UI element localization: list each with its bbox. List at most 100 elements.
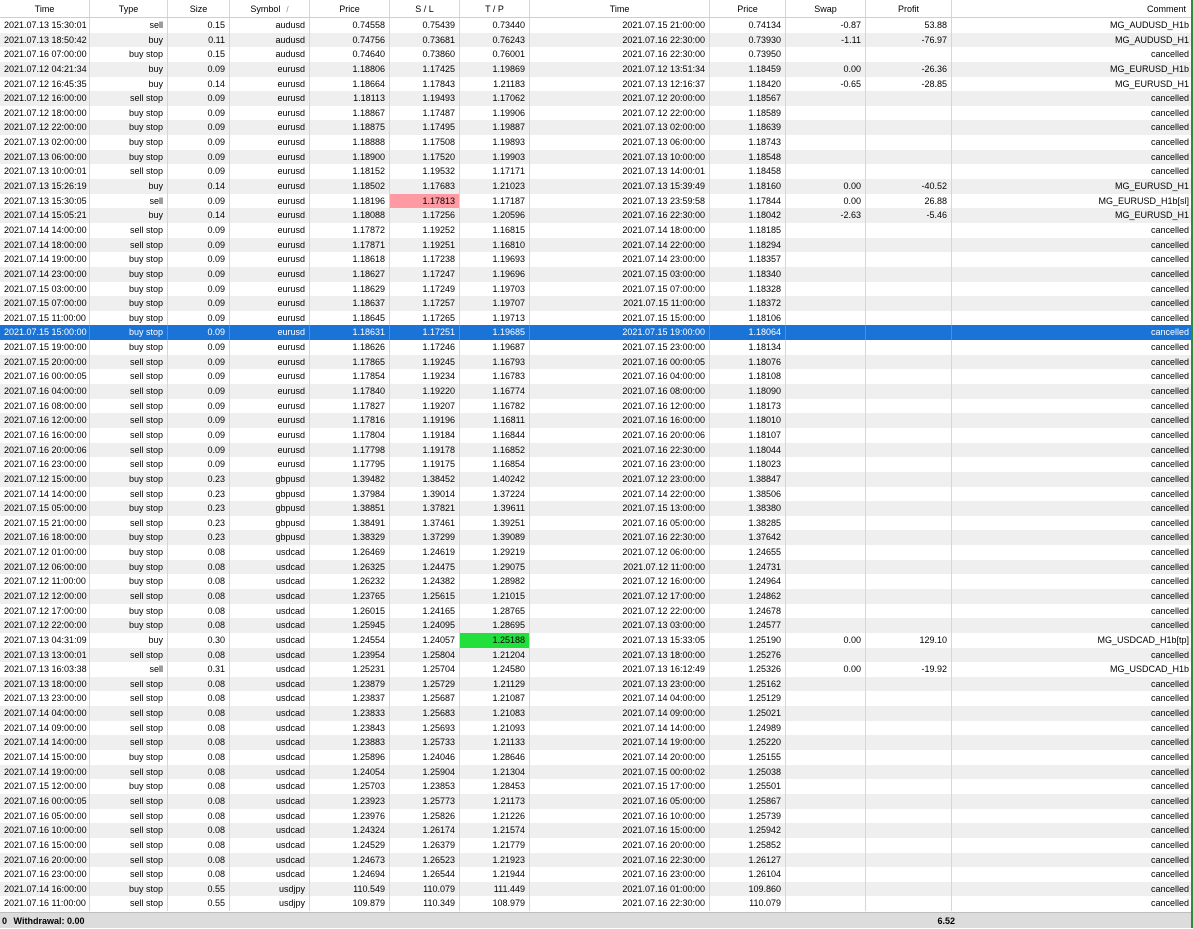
table-row[interactable]: 2021.07.16 23:00:00 sell stop 0.08 usdcad 1.… — [0, 867, 1193, 882]
table-row[interactable]: 2021.07.12 16:00:00 sell stop 0.09 eurusd 1.… — [0, 91, 1193, 106]
cell-comment: cancelled — [1150, 576, 1189, 587]
cell-profit — [866, 603, 952, 619]
cell-symbol: eurusd — [230, 266, 310, 282]
table-row[interactable]: 2021.07.12 01:00:00 buy stop 0.08 usdcad 1.2… — [0, 545, 1193, 560]
table-row[interactable]: 2021.07.12 22:00:00 buy stop 0.09 eurusd 1.1… — [0, 120, 1193, 136]
column-header-price-open[interactable]: Price — [310, 0, 390, 17]
table-row[interactable]: 2021.07.13 18:50:42 buy 0.11 audusd 0.74756 0… — [0, 32, 1193, 48]
table-row[interactable]: 2021.07.15 19:00:00 buy stop 0.09 eurusd 1.1… — [0, 340, 1193, 355]
table-row[interactable]: 2021.07.15 07:00:00 buy stop 0.09 eurusd 1.1… — [0, 296, 1193, 311]
table-row[interactable]: 2021.07.13 15:30:01 sell 0.15 audusd 0.74558… — [0, 18, 1193, 33]
cell-type: sell stop — [90, 354, 168, 370]
table-row[interactable]: 2021.07.12 04:21:34 buy 0.09 eurusd 1.18806 1… — [0, 61, 1193, 77]
table-row[interactable]: 2021.07.14 15:05:21 buy 0.14 eurusd 1.18088 1… — [0, 208, 1193, 223]
table-row[interactable]: 2021.07.14 14:00:00 sell stop 0.23 gbpusd 1.… — [0, 486, 1193, 502]
cell-time-open: 2021.07.13 13:00:01 — [0, 647, 90, 663]
table-row[interactable]: 2021.07.16 00:00:05 sell stop 0.09 eurusd 1.… — [0, 369, 1193, 385]
cell-size: 0.09 — [168, 237, 230, 253]
cell-take-profit: 1.16774 — [460, 384, 530, 399]
table-row[interactable]: 2021.07.12 11:00:00 buy stop 0.08 usdcad 1.2… — [0, 574, 1193, 589]
table-row[interactable]: 2021.07.16 11:00:00 sell stop 0.55 usdjpy 10… — [0, 896, 1193, 912]
table-row[interactable]: 2021.07.13 04:31:09 buy 0.30 usdcad 1.24554 1… — [0, 632, 1193, 648]
cell-price-open: 1.17816 — [310, 413, 390, 428]
table-row[interactable]: 2021.07.12 06:00:00 buy stop 0.08 usdcad 1.2… — [0, 559, 1193, 575]
cell-take-profit: 1.20596 — [460, 208, 530, 223]
cell-price-close: 1.18106 — [710, 310, 786, 326]
cell-comment: cancelled — [1150, 503, 1189, 514]
cell-price-close: 1.18134 — [710, 340, 786, 355]
table-row[interactable]: 2021.07.12 18:00:00 buy stop 0.09 eurusd 1.1… — [0, 105, 1193, 121]
column-header-symbol[interactable]: Symbol / — [230, 0, 310, 17]
table-row[interactable]: 2021.07.14 14:00:00 sell stop 0.09 eurusd 1.… — [0, 222, 1193, 238]
cell-take-profit: 0.76001 — [460, 47, 530, 62]
table-row[interactable]: 2021.07.13 23:00:00 sell stop 0.08 usdcad 1.… — [0, 691, 1193, 707]
table-row[interactable]: 2021.07.16 08:00:00 sell stop 0.09 eurusd 1.… — [0, 398, 1193, 414]
table-row[interactable]: 2021.07.14 18:00:00 sell stop 0.09 eurusd 1.… — [0, 237, 1193, 253]
table-row[interactable]: 2021.07.14 15:00:00 buy stop 0.08 usdcad 1.2… — [0, 750, 1193, 765]
cell-size: 0.23 — [168, 486, 230, 502]
column-header-comment[interactable]: Comment — [952, 0, 1193, 17]
cell-take-profit: 1.25188 — [460, 632, 530, 648]
table-row[interactable]: 2021.07.14 19:00:00 sell stop 0.08 usdcad 1.… — [0, 764, 1193, 780]
cell-time-open: 2021.07.16 00:00:05 — [0, 793, 90, 809]
table-row[interactable]: 2021.07.13 13:00:01 sell stop 0.08 usdcad 1.… — [0, 647, 1193, 663]
table-row[interactable]: 2021.07.14 16:00:00 buy stop 0.55 usdjpy 110… — [0, 881, 1193, 897]
table-row[interactable]: 2021.07.15 05:00:00 buy stop 0.23 gbpusd 1.3… — [0, 501, 1193, 516]
table-row[interactable]: 2021.07.14 09:00:00 sell stop 0.08 usdcad 1.… — [0, 720, 1193, 736]
table-row[interactable]: 2021.07.16 00:00:05 sell stop 0.08 usdcad 1.… — [0, 793, 1193, 809]
table-row[interactable]: 2021.07.14 14:00:00 sell stop 0.08 usdcad 1.… — [0, 735, 1193, 751]
table-row[interactable]: 2021.07.16 04:00:00 sell stop 0.09 eurusd 1.… — [0, 384, 1193, 399]
table-row[interactable]: 2021.07.15 03:00:00 buy stop 0.09 eurusd 1.1… — [0, 281, 1193, 297]
table-row[interactable]: 2021.07.13 18:00:00 sell stop 0.08 usdcad 1.… — [0, 676, 1193, 692]
cell-take-profit: 1.29219 — [460, 545, 530, 560]
column-header-size[interactable]: Size — [168, 0, 230, 17]
table-row[interactable]: 2021.07.14 04:00:00 sell stop 0.08 usdcad 1.… — [0, 706, 1193, 721]
column-header-profit[interactable]: Profit — [866, 0, 952, 17]
column-header-stop-loss[interactable]: S / L — [390, 0, 460, 17]
table-row[interactable]: 2021.07.15 15:00:00 buy stop 0.09 eurusd 1.1… — [0, 325, 1193, 341]
column-header-time-open[interactable]: Time — [0, 0, 90, 17]
table-row[interactable]: 2021.07.12 17:00:00 buy stop 0.08 usdcad 1.2… — [0, 603, 1193, 619]
table-row[interactable]: 2021.07.16 07:00:00 buy stop 0.15 audusd 0.7… — [0, 47, 1193, 62]
table-row[interactable]: 2021.07.16 23:00:00 sell stop 0.09 eurusd 1.… — [0, 457, 1193, 472]
column-header-take-profit[interactable]: T / P — [460, 0, 530, 17]
cell-comment: cancelled — [1150, 122, 1189, 133]
table-row[interactable]: 2021.07.15 20:00:00 sell stop 0.09 eurusd 1.… — [0, 354, 1193, 370]
table-row[interactable]: 2021.07.13 15:26:19 buy 0.14 eurusd 1.18502 1… — [0, 179, 1193, 194]
table-row[interactable]: 2021.07.12 12:00:00 sell stop 0.08 usdcad 1.… — [0, 588, 1193, 604]
table-row[interactable]: 2021.07.16 16:00:00 sell stop 0.09 eurusd 1.… — [0, 427, 1193, 443]
table-row[interactable]: 2021.07.16 18:00:00 buy stop 0.23 gbpusd 1.3… — [0, 530, 1193, 546]
column-header-time-close[interactable]: Time — [530, 0, 710, 17]
table-row[interactable]: 2021.07.13 10:00:01 sell stop 0.09 eurusd 1.… — [0, 164, 1193, 180]
table-row[interactable]: 2021.07.16 12:00:00 sell stop 0.09 eurusd 1.… — [0, 413, 1193, 428]
cell-type: sell stop — [90, 427, 168, 443]
table-row[interactable]: 2021.07.16 15:00:00 sell stop 0.08 usdcad 1.… — [0, 837, 1193, 853]
table-row[interactable]: 2021.07.13 16:03:38 sell 0.31 usdcad 1.25231… — [0, 662, 1193, 677]
cell-size: 0.23 — [168, 501, 230, 516]
table-row[interactable]: 2021.07.13 06:00:00 buy stop 0.09 eurusd 1.1… — [0, 149, 1193, 165]
table-row[interactable]: 2021.07.12 15:00:00 buy stop 0.23 gbpusd 1.3… — [0, 471, 1193, 487]
column-header-price-close[interactable]: Price — [710, 0, 786, 17]
table-row[interactable]: 2021.07.12 16:45:35 buy 0.14 eurusd 1.18664 1… — [0, 76, 1193, 92]
table-row[interactable]: 2021.07.16 20:00:06 sell stop 0.09 eurusd 1.… — [0, 442, 1193, 458]
cell-comment: cancelled — [1150, 473, 1189, 484]
table-row[interactable]: 2021.07.14 23:00:00 buy stop 0.09 eurusd 1.1… — [0, 266, 1193, 282]
column-header-swap[interactable]: Swap — [786, 0, 866, 17]
table-row[interactable]: 2021.07.16 10:00:00 sell stop 0.08 usdcad 1.… — [0, 823, 1193, 838]
cell-price-open: 1.26232 — [310, 574, 390, 589]
cell-size: 0.09 — [168, 281, 230, 297]
table-row[interactable]: 2021.07.15 21:00:00 sell stop 0.23 gbpusd 1.… — [0, 515, 1193, 531]
table-row[interactable]: 2021.07.16 20:00:00 sell stop 0.08 usdcad 1.… — [0, 852, 1193, 868]
table-row[interactable]: 2021.07.13 02:00:00 buy stop 0.09 eurusd 1.1… — [0, 135, 1193, 150]
table-row[interactable]: 2021.07.14 19:00:00 buy stop 0.09 eurusd 1.1… — [0, 252, 1193, 267]
table-row[interactable]: 2021.07.13 15:30:05 sell 0.09 eurusd 1.18196… — [0, 193, 1193, 209]
cell-time-open: 2021.07.16 11:00:00 — [0, 896, 90, 912]
cell-price-close: 1.26127 — [710, 852, 786, 868]
table-row[interactable]: 2021.07.15 11:00:00 buy stop 0.09 eurusd 1.1… — [0, 310, 1193, 326]
column-header-label: Swap — [814, 4, 837, 14]
table-row[interactable]: 2021.07.15 12:00:00 buy stop 0.08 usdcad 1.2… — [0, 779, 1193, 794]
cell-type: buy — [90, 632, 168, 648]
column-header-type[interactable]: Type — [90, 0, 168, 17]
table-row[interactable]: 2021.07.12 22:00:00 buy stop 0.08 usdcad 1.2… — [0, 618, 1193, 633]
table-row[interactable]: 2021.07.16 05:00:00 sell stop 0.08 usdcad 1.… — [0, 808, 1193, 824]
